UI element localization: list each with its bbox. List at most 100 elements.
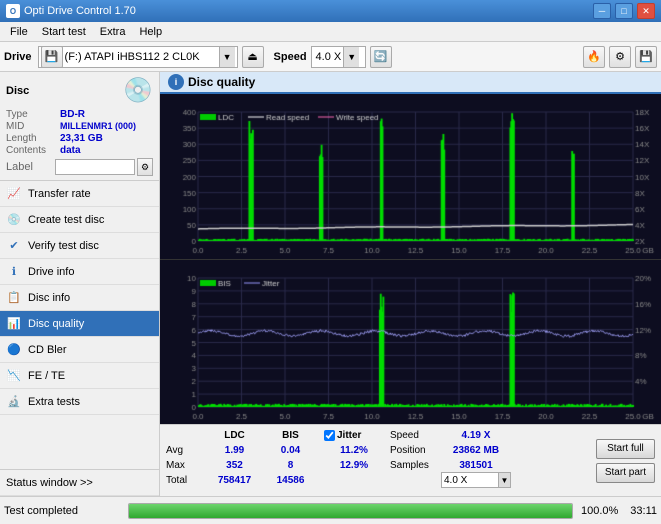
- nav-create-test-disc[interactable]: 💿 Create test disc: [0, 207, 159, 233]
- max-label: Max: [166, 460, 206, 471]
- disc-mid-value: MILLENMR1 (000): [60, 121, 136, 132]
- disc-quality-icon: 📊: [6, 316, 22, 332]
- nav-disc-quality-label: Disc quality: [28, 318, 84, 330]
- disc-label-input[interactable]: [55, 159, 135, 175]
- progress-bar-fill: [129, 504, 572, 518]
- app-title: Opti Drive Control 1.70: [24, 5, 136, 17]
- quality-header-icon: i: [168, 74, 184, 90]
- content-area: i Disc quality LDC BIS: [160, 72, 661, 496]
- nav-transfer-rate-label: Transfer rate: [28, 188, 91, 200]
- menu-start-test[interactable]: Start test: [36, 24, 92, 40]
- save-button[interactable]: 💾: [635, 46, 657, 68]
- ldc-header: LDC: [207, 430, 262, 441]
- speed-select-val: 4.0 X: [442, 475, 498, 486]
- nav-fe-te[interactable]: 📉 FE / TE: [0, 363, 159, 389]
- jitter-checkbox[interactable]: [324, 430, 335, 441]
- close-button[interactable]: ✕: [637, 3, 655, 19]
- nav-extra-tests-label: Extra tests: [28, 396, 80, 408]
- max-jitter: 12.9%: [324, 460, 384, 471]
- drive-info-icon: ℹ: [6, 264, 22, 280]
- nav-drive-info-label: Drive info: [28, 266, 74, 278]
- nav-disc-quality[interactable]: 📊 Disc quality: [0, 311, 159, 337]
- nav-disc-info[interactable]: 📋 Disc info: [0, 285, 159, 311]
- burn-button[interactable]: 🔥: [583, 46, 605, 68]
- avg-bis: 0.04: [263, 445, 318, 456]
- jitter-header: Jitter: [337, 430, 361, 441]
- disc-label-button[interactable]: ⚙: [137, 158, 153, 176]
- bottom-chart-container: [160, 260, 661, 425]
- transfer-rate-icon: 📈: [6, 186, 22, 202]
- max-bis: 8: [263, 460, 318, 471]
- samples-value: 381501: [441, 460, 511, 471]
- avg-label: Avg: [166, 445, 206, 456]
- nav-transfer-rate[interactable]: 📈 Transfer rate: [0, 181, 159, 207]
- nav-verify-test-disc[interactable]: ✔ Verify test disc: [0, 233, 159, 259]
- quality-header: i Disc quality: [160, 72, 661, 94]
- speed-select-container[interactable]: 4.0 X ▼: [441, 472, 511, 488]
- total-label: Total: [166, 475, 206, 486]
- nav-section: 📈 Transfer rate 💿 Create test disc ✔ Ver…: [0, 181, 159, 469]
- charts-inner: [160, 94, 661, 424]
- title-bar-controls[interactable]: ─ □ ✕: [593, 3, 655, 19]
- disc-contents-value: data: [60, 145, 81, 156]
- progress-bar-container: [128, 503, 573, 519]
- status-window-item[interactable]: Status window >>: [0, 470, 159, 496]
- bis-chart: [160, 260, 661, 425]
- nav-cd-bler[interactable]: 🔵 CD Bler: [0, 337, 159, 363]
- position-value: 23862 MB: [441, 445, 511, 456]
- minimize-button[interactable]: ─: [593, 3, 611, 19]
- disc-contents-label: Contents: [6, 145, 60, 156]
- samples-label: Samples: [390, 460, 440, 471]
- disc-label-row: Label ⚙: [6, 158, 153, 176]
- speed-label: Speed: [274, 51, 307, 63]
- status-window-label: Status window >>: [6, 477, 93, 489]
- eject-button[interactable]: ⏏: [242, 46, 264, 68]
- title-bar: O Opti Drive Control 1.70 ─ □ ✕: [0, 0, 661, 22]
- disc-info-icon: 📋: [6, 290, 22, 306]
- maximize-button[interactable]: □: [615, 3, 633, 19]
- nav-cd-bler-label: CD Bler: [28, 344, 67, 356]
- nav-create-test-disc-label: Create test disc: [28, 214, 104, 226]
- nav-drive-info[interactable]: ℹ Drive info: [0, 259, 159, 285]
- refresh-button[interactable]: 🔄: [370, 46, 392, 68]
- speed-select-dropdown[interactable]: ▼: [498, 473, 510, 487]
- speed-select[interactable]: 4.0 X ▼: [311, 46, 366, 68]
- disc-graphic-icon: 💿: [123, 76, 153, 105]
- toolbar: Drive 💾 (F:) ATAPI iHBS112 2 CL0K ▼ ⏏ Sp…: [0, 42, 661, 72]
- app-icon: O: [6, 4, 20, 18]
- stats-table: LDC BIS Avg 1.99 0.04 Max 352 8 Total 75…: [166, 428, 318, 487]
- nav-verify-test-disc-label: Verify test disc: [28, 240, 99, 252]
- create-test-disc-icon: 💿: [6, 212, 22, 228]
- position-label: Position: [390, 445, 440, 456]
- drive-dropdown-arrow[interactable]: ▼: [219, 47, 235, 67]
- menu-bar: File Start test Extra Help: [0, 22, 661, 42]
- disc-label-label: Label: [6, 161, 53, 173]
- status-text: Test completed: [4, 505, 124, 517]
- speed-stat-label: Speed: [390, 430, 440, 441]
- max-ldc: 352: [207, 460, 262, 471]
- jitter-checkbox-row: Jitter: [324, 430, 384, 441]
- status-bar: Test completed 100.0% 33:11: [0, 496, 661, 524]
- cd-bler-icon: 🔵: [6, 342, 22, 358]
- fe-te-icon: 📉: [6, 368, 22, 384]
- menu-extra[interactable]: Extra: [94, 24, 132, 40]
- menu-file[interactable]: File: [4, 24, 34, 40]
- disc-mid-row: MID MILLENMR1 (000): [6, 121, 153, 132]
- drive-select[interactable]: 💾 (F:) ATAPI iHBS112 2 CL0K ▼: [38, 46, 238, 68]
- nav-extra-tests[interactable]: 🔬 Extra tests: [0, 389, 159, 415]
- title-bar-left: O Opti Drive Control 1.70: [6, 4, 136, 18]
- ldc-chart: [160, 94, 661, 259]
- bis-header: BIS: [263, 430, 318, 441]
- settings-button[interactable]: ⚙: [609, 46, 631, 68]
- disc-mid-label: MID: [6, 121, 60, 132]
- speed-dropdown-arrow[interactable]: ▼: [343, 47, 359, 67]
- top-chart-container: [160, 94, 661, 260]
- status-percent: 100.0%: [581, 505, 618, 517]
- start-full-button[interactable]: Start full: [596, 439, 655, 459]
- main-layout: Disc 💿 Type BD-R MID MILLENMR1 (000) Len…: [0, 72, 661, 496]
- avg-jitter: 11.2%: [324, 445, 384, 456]
- menu-help[interactable]: Help: [133, 24, 168, 40]
- start-part-button[interactable]: Start part: [596, 463, 655, 483]
- disc-type-label: Type: [6, 109, 60, 120]
- quality-title: Disc quality: [188, 75, 255, 89]
